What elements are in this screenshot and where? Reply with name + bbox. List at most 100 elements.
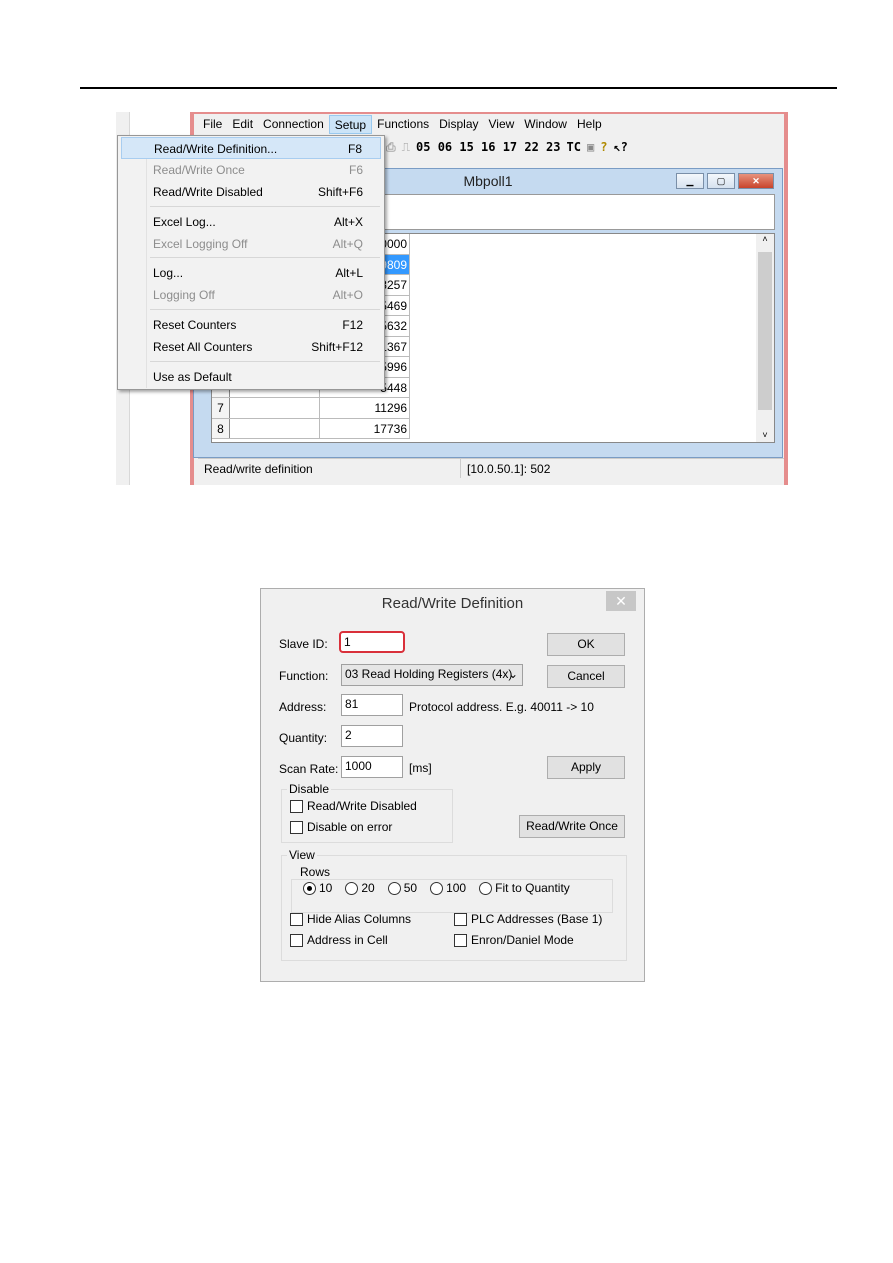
read-write-once-button[interactable]: Read/Write Once [519, 815, 625, 838]
menu-setup[interactable]: Setup [328, 115, 373, 134]
read-write-definition-dialog: Read/Write Definition ✕ Slave ID: 1 Func… [260, 588, 645, 982]
cancel-button[interactable]: Cancel [547, 665, 625, 688]
function-value: 03 Read Holding Registers (4x) [345, 667, 513, 681]
checkbox-label: Disable on error [307, 820, 393, 834]
address-in-cell-checkbox[interactable]: Address in Cell [290, 933, 388, 947]
checkbox-label: Read/Write Disabled [307, 799, 417, 813]
menu-functions[interactable]: Functions [372, 115, 434, 134]
menu-item-label: Read/Write Once [153, 163, 245, 177]
close-icon[interactable]: ✕ [606, 591, 636, 611]
menu-item[interactable]: Reset All Counters Shift+F12 [121, 336, 381, 358]
function-codes[interactable]: 05 06 15 16 17 22 23 [416, 140, 561, 154]
checkbox-label: Address in Cell [307, 933, 388, 947]
radio-label: 10 [319, 881, 333, 895]
menu-file[interactable]: File [198, 115, 227, 134]
chart-icon[interactable]: ▣ [587, 140, 594, 154]
menu-item[interactable]: Reset Counters F12 [121, 314, 381, 336]
vertical-scrollbar[interactable]: ˄ ˅ [756, 234, 774, 442]
status-connection: [10.0.50.1]: 502 [460, 459, 556, 478]
quantity-label: Quantity: [279, 731, 328, 745]
ok-button[interactable]: OK [547, 633, 625, 656]
tc-button[interactable]: TC [567, 140, 581, 154]
alias-cell[interactable] [230, 418, 320, 438]
alias-cell[interactable] [230, 398, 320, 418]
menu-item[interactable]: Read/Write Definition... F8 [121, 137, 381, 159]
menu-item-label: Log... [153, 266, 184, 280]
checkbox-label: Enron/Daniel Mode [471, 933, 574, 947]
menu-separator [150, 309, 380, 310]
menu-item-label: Reset Counters [153, 318, 237, 332]
maximize-button[interactable]: ▢ [707, 173, 735, 189]
menu-item-label: Reset All Counters [153, 340, 253, 354]
menu-item[interactable]: Use as Default [121, 366, 381, 388]
menu-item-shortcut: Alt+X [333, 215, 363, 229]
close-button[interactable]: ✕ [738, 173, 774, 189]
print-icon[interactable]: ⎙ [386, 140, 396, 155]
apply-button[interactable]: Apply [547, 756, 625, 779]
help-icon[interactable]: ? [600, 140, 607, 154]
menu-separator [150, 206, 380, 207]
menu-view[interactable]: View [484, 115, 520, 134]
scroll-up-icon[interactable]: ˄ [756, 234, 774, 244]
menu-item[interactable]: Excel Logging Off Alt+Q [121, 233, 381, 255]
plc-addresses-checkbox[interactable]: PLC Addresses (Base 1) [454, 912, 602, 926]
menu-item-label: Read/Write Definition... [154, 142, 278, 156]
menu-item-label: Logging Off [153, 288, 215, 302]
quantity-input[interactable]: 2 [341, 725, 403, 747]
status-bar: Read/write definition [10.0.50.1]: 502 [198, 458, 784, 478]
radio-label: 100 [446, 881, 467, 895]
value-cell[interactable]: 17736 [320, 418, 410, 438]
context-help-icon[interactable]: ↖? [613, 140, 627, 154]
modbus-poll-screenshot: File Edit Connection Setup Functions Dis… [116, 112, 788, 485]
minimize-button[interactable]: ▁ [676, 173, 704, 189]
function-select[interactable]: 03 Read Holding Registers (4x) ⌄ [341, 664, 523, 686]
view-group-label: View [287, 848, 317, 862]
menu-item[interactable]: Log... Alt+L [121, 262, 381, 284]
menu-display[interactable]: Display [434, 115, 483, 134]
rows-radio-20[interactable]: 20 [345, 881, 375, 895]
read-write-disabled-checkbox[interactable]: Read/Write Disabled [290, 799, 417, 813]
rows-radio-fit-to-quantity[interactable]: Fit to Quantity [479, 881, 570, 895]
menu-item[interactable]: Read/Write Disabled Shift+F6 [121, 181, 381, 203]
menu-connection[interactable]: Connection [258, 115, 329, 134]
chevron-down-icon: ⌄ [507, 667, 518, 681]
scroll-thumb[interactable] [758, 252, 772, 410]
menu-item-shortcut: Alt+Q [332, 237, 363, 251]
row-number: 8 [212, 418, 230, 438]
menu-item[interactable]: Logging Off Alt+O [121, 284, 381, 306]
menu-window[interactable]: Window [519, 115, 572, 134]
status-text: Read/write definition [204, 462, 313, 476]
menu-bar: File Edit Connection Setup Functions Dis… [198, 115, 607, 134]
scan-rate-unit: [ms] [409, 761, 432, 775]
rows-radio-10[interactable]: 10 [303, 881, 332, 895]
menu-item-shortcut: F6 [348, 163, 363, 177]
table-row[interactable]: 7 11296 [212, 398, 410, 419]
table-row[interactable]: 8 17736 [212, 418, 410, 439]
rows-radio-50[interactable]: 50 [387, 881, 417, 895]
scan-rate-input[interactable]: 1000 [341, 756, 403, 778]
menu-help[interactable]: Help [572, 115, 607, 134]
slave-id-input[interactable]: 1 [339, 631, 405, 653]
menu-item-label: Read/Write Disabled [153, 185, 263, 199]
menu-item-shortcut: Alt+L [335, 266, 363, 280]
pulse-icon[interactable]: ⎍ [402, 140, 410, 155]
menu-item-shortcut: Shift+F12 [311, 340, 363, 354]
menu-edit[interactable]: Edit [227, 115, 258, 134]
address-hint: Protocol address. E.g. 40011 -> 10 [409, 700, 594, 714]
checkbox-label: Hide Alias Columns [307, 912, 412, 926]
rows-radio-100[interactable]: 100 [430, 881, 466, 895]
menu-separator [150, 257, 380, 258]
disable-on-error-checkbox[interactable]: Disable on error [290, 820, 392, 834]
function-label: Function: [279, 669, 329, 683]
menu-item[interactable]: Excel Log... Alt+X [121, 211, 381, 233]
value-cell[interactable]: 11296 [320, 398, 410, 418]
menu-item[interactable]: Read/Write Once F6 [121, 159, 381, 181]
menu-separator [150, 361, 380, 362]
checkbox-label: PLC Addresses (Base 1) [471, 912, 603, 926]
hide-alias-columns-checkbox[interactable]: Hide Alias Columns [290, 912, 411, 926]
setup-dropdown: Read/Write Definition... F8 Read/Write Onc… [117, 135, 385, 390]
dialog-title: Read/Write Definition [381, 595, 524, 612]
scroll-down-icon[interactable]: ˅ [756, 430, 774, 440]
enron-daniel-mode-checkbox[interactable]: Enron/Daniel Mode [454, 933, 574, 947]
address-input[interactable]: 81 [341, 694, 403, 716]
